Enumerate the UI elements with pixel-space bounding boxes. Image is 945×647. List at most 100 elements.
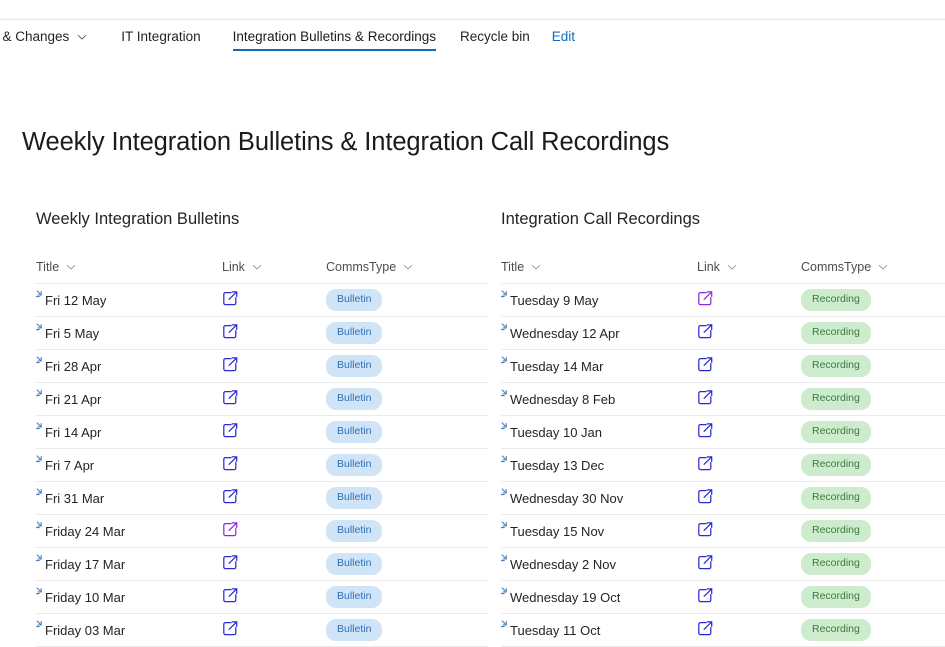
cell-link[interactable] [222, 482, 326, 515]
cell-title[interactable]: Friday 24 Mar [36, 515, 222, 548]
cell-title[interactable]: Wednesday 19 Oct [501, 581, 697, 614]
table-row[interactable]: Fri 28 AprBulletin [36, 350, 488, 383]
nav-item-recycle-bin[interactable]: Recycle bin [460, 20, 530, 54]
external-link-icon[interactable] [222, 422, 239, 439]
cell-title[interactable]: Friday 17 Mar [36, 548, 222, 581]
table-row[interactable]: Wednesday 2 NovRecording [501, 548, 945, 581]
cell-title[interactable]: Fri 28 Apr [36, 350, 222, 383]
cell-title[interactable]: Wednesday 2 Nov [501, 548, 697, 581]
table-row[interactable]: Friday 24 MarBulletin [36, 515, 488, 548]
chevron-down-icon[interactable] [66, 262, 76, 272]
external-link-icon[interactable] [222, 488, 239, 505]
cell-link[interactable] [697, 449, 801, 482]
cell-title[interactable]: Friday 03 Mar [36, 614, 222, 647]
cell-link[interactable] [697, 614, 801, 647]
column-header-inner[interactable]: CommsType [801, 260, 888, 274]
cell-link[interactable] [697, 482, 801, 515]
column-header-inner[interactable]: Title [36, 260, 76, 274]
column-header-title[interactable]: Title [501, 260, 697, 284]
external-link-icon[interactable] [697, 620, 714, 637]
cell-link[interactable] [697, 350, 801, 383]
external-link-icon[interactable] [697, 587, 714, 604]
column-header-commstype[interactable]: CommsType [326, 260, 448, 284]
column-header-link[interactable]: Link [222, 260, 326, 284]
table-row[interactable]: Wednesday 30 NovRecording [501, 482, 945, 515]
table-row[interactable]: Wednesday 12 AprRecording [501, 317, 945, 350]
external-link-icon[interactable] [697, 521, 714, 538]
cell-title[interactable]: Tuesday 9 May [501, 284, 697, 317]
column-header-title[interactable]: Title [36, 260, 222, 284]
cell-link[interactable] [697, 383, 801, 416]
external-link-icon[interactable] [222, 587, 239, 604]
table-row[interactable]: Fri 31 MarBulletin [36, 482, 488, 515]
external-link-icon[interactable] [697, 290, 714, 307]
cell-title[interactable]: Fri 31 Mar [36, 482, 222, 515]
nav-item-edit[interactable]: Edit [552, 20, 575, 54]
cell-title[interactable]: Wednesday 8 Feb [501, 383, 697, 416]
cell-title[interactable]: Tuesday 11 Oct [501, 614, 697, 647]
table-row[interactable]: Fri 21 AprBulletin [36, 383, 488, 416]
table-row[interactable]: Friday 03 MarBulletin [36, 614, 488, 647]
cell-link[interactable] [222, 548, 326, 581]
cell-link[interactable] [697, 416, 801, 449]
cell-link[interactable] [697, 515, 801, 548]
nav-item-it-integration[interactable]: IT Integration [121, 20, 200, 54]
chevron-down-icon[interactable] [252, 262, 262, 272]
cell-link[interactable] [222, 284, 326, 317]
cell-title[interactable]: Fri 14 Apr [36, 416, 222, 449]
nav-item-integration-bulletins-recordings[interactable]: Integration Bulletins & Recordings [233, 20, 436, 54]
external-link-icon[interactable] [222, 554, 239, 571]
table-row[interactable]: Tuesday 10 JanRecording [501, 416, 945, 449]
external-link-icon[interactable] [222, 455, 239, 472]
cell-title[interactable]: Wednesday 12 Apr [501, 317, 697, 350]
table-row[interactable]: Tuesday 15 NovRecording [501, 515, 945, 548]
table-row[interactable]: Fri 5 MayBulletin [36, 317, 488, 350]
table-row[interactable]: Wednesday 8 FebRecording [501, 383, 945, 416]
external-link-icon[interactable] [222, 290, 239, 307]
cell-link[interactable] [222, 515, 326, 548]
cell-link[interactable] [222, 614, 326, 647]
cell-link[interactable] [697, 548, 801, 581]
cell-title[interactable]: Tuesday 14 Mar [501, 350, 697, 383]
cell-link[interactable] [222, 383, 326, 416]
cell-link[interactable] [222, 581, 326, 614]
cell-link[interactable] [222, 317, 326, 350]
cell-link[interactable] [222, 449, 326, 482]
column-header-link[interactable]: Link [697, 260, 801, 284]
table-row[interactable]: Tuesday 13 DecRecording [501, 449, 945, 482]
chevron-down-icon[interactable] [531, 262, 541, 272]
cell-link[interactable] [222, 416, 326, 449]
cell-title[interactable]: Wednesday 30 Nov [501, 482, 697, 515]
column-header-inner[interactable]: Link [697, 260, 737, 274]
table-row[interactable]: Tuesday 9 MayRecording [501, 284, 945, 317]
external-link-icon[interactable] [697, 356, 714, 373]
column-header-inner[interactable]: Link [222, 260, 262, 274]
external-link-icon[interactable] [697, 422, 714, 439]
cell-title[interactable]: Fri 21 Apr [36, 383, 222, 416]
cell-link[interactable] [697, 581, 801, 614]
external-link-icon[interactable] [697, 455, 714, 472]
cell-title[interactable]: Fri 7 Apr [36, 449, 222, 482]
chevron-down-icon[interactable] [878, 262, 888, 272]
table-row[interactable]: Fri 7 AprBulletin [36, 449, 488, 482]
table-row[interactable]: Fri 12 MayBulletin [36, 284, 488, 317]
table-row[interactable]: Fri 14 AprBulletin [36, 416, 488, 449]
external-link-icon[interactable] [222, 356, 239, 373]
cell-title[interactable]: Tuesday 13 Dec [501, 449, 697, 482]
cell-link[interactable] [697, 317, 801, 350]
external-link-icon[interactable] [222, 323, 239, 340]
column-header-commstype[interactable]: CommsType [801, 260, 945, 284]
cell-title[interactable]: Fri 12 May [36, 284, 222, 317]
cell-title[interactable]: Tuesday 10 Jan [501, 416, 697, 449]
external-link-icon[interactable] [697, 323, 714, 340]
column-header-inner[interactable]: Title [501, 260, 541, 274]
column-header-inner[interactable]: CommsType [326, 260, 413, 274]
cell-title[interactable]: Fri 5 May [36, 317, 222, 350]
nav-item-s-changes[interactable]: s & Changes [0, 20, 87, 54]
external-link-icon[interactable] [222, 620, 239, 637]
external-link-icon[interactable] [222, 521, 239, 538]
table-row[interactable]: Friday 10 MarBulletin [36, 581, 488, 614]
cell-link[interactable] [222, 350, 326, 383]
table-row[interactable]: Friday 17 MarBulletin [36, 548, 488, 581]
external-link-icon[interactable] [697, 488, 714, 505]
